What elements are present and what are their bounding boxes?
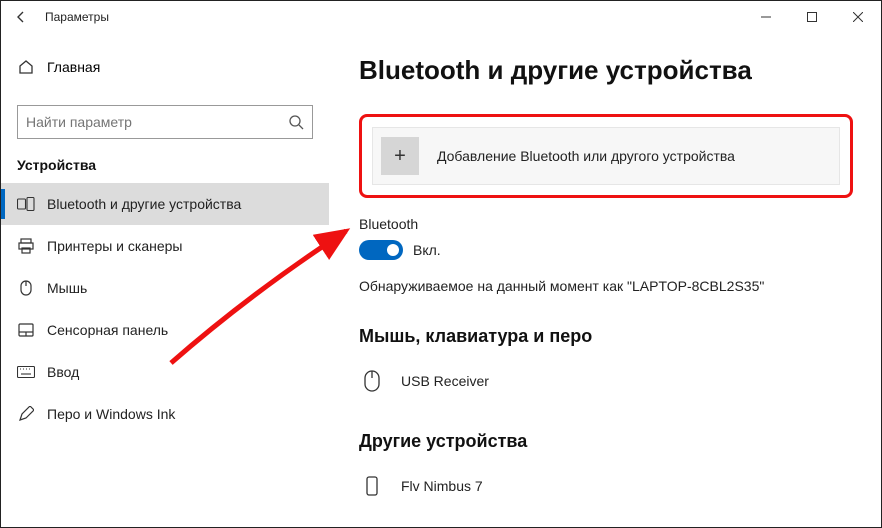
device-label: USB Receiver <box>401 373 489 389</box>
sidebar-item-mouse[interactable]: Мышь <box>1 267 329 309</box>
sidebar-item-label: Перо и Windows Ink <box>47 406 175 422</box>
search-input[interactable] <box>17 105 313 139</box>
close-button[interactable] <box>835 1 881 33</box>
home-label: Главная <box>47 59 100 75</box>
bluetooth-heading: Bluetooth <box>359 216 853 232</box>
sidebar-item-typing[interactable]: Ввод <box>1 351 329 393</box>
sidebar-item-label: Принтеры и сканеры <box>47 238 182 254</box>
sidebar-item-label: Bluetooth и другие устройства <box>47 196 241 212</box>
sidebar-item-pen[interactable]: Перо и Windows Ink <box>1 393 329 435</box>
sidebar-item-label: Ввод <box>47 364 79 380</box>
devices-icon <box>17 195 35 213</box>
back-button[interactable] <box>1 1 41 33</box>
sidebar-section-title: Устройства <box>1 157 329 173</box>
sidebar: Главная Устройства Bluetooth и другие ус… <box>1 33 329 527</box>
home-icon <box>17 58 35 76</box>
page-title: Bluetooth и другие устройства <box>359 55 853 86</box>
sidebar-item-touchpad[interactable]: Сенсорная панель <box>1 309 329 351</box>
mouse-icon <box>17 279 35 297</box>
maximize-icon <box>807 12 817 22</box>
sidebar-item-bluetooth[interactable]: Bluetooth и другие устройства <box>1 183 329 225</box>
group-heading-input: Мышь, клавиатура и перо <box>359 326 853 347</box>
pen-icon <box>17 405 35 423</box>
discoverable-text: Обнаруживаемое на данный момент как "LAP… <box>359 278 853 294</box>
sidebar-item-label: Мышь <box>47 280 87 296</box>
phone-icon <box>359 476 385 496</box>
add-device-highlight: + Добавление Bluetooth или другого устро… <box>359 114 853 198</box>
keyboard-icon <box>17 363 35 381</box>
add-device-button[interactable]: + Добавление Bluetooth или другого устро… <box>372 127 840 185</box>
bluetooth-toggle[interactable] <box>359 240 403 260</box>
device-row[interactable]: Flv Nimbus 7 <box>359 466 853 506</box>
minimize-button[interactable] <box>743 1 789 33</box>
touchpad-icon <box>17 321 35 339</box>
app-title: Параметры <box>45 10 109 24</box>
maximize-button[interactable] <box>789 1 835 33</box>
home-button[interactable]: Главная <box>1 47 329 87</box>
minimize-icon <box>761 12 771 22</box>
search-field[interactable] <box>26 114 288 130</box>
plus-icon: + <box>381 137 419 175</box>
arrow-left-icon <box>13 9 29 25</box>
toggle-label: Вкл. <box>413 242 441 258</box>
main-panel: Bluetooth и другие устройства + Добавлен… <box>329 33 881 527</box>
sidebar-item-printers[interactable]: Принтеры и сканеры <box>1 225 329 267</box>
sidebar-item-label: Сенсорная панель <box>47 322 168 338</box>
device-label: Flv Nimbus 7 <box>401 478 483 494</box>
printer-icon <box>17 237 35 255</box>
titlebar: Параметры <box>1 1 881 33</box>
device-row[interactable]: USB Receiver <box>359 361 853 401</box>
close-icon <box>853 12 863 22</box>
search-icon <box>288 114 304 130</box>
group-heading-other: Другие устройства <box>359 431 853 452</box>
mouse-icon <box>359 370 385 392</box>
add-device-label: Добавление Bluetooth или другого устройс… <box>437 148 735 164</box>
